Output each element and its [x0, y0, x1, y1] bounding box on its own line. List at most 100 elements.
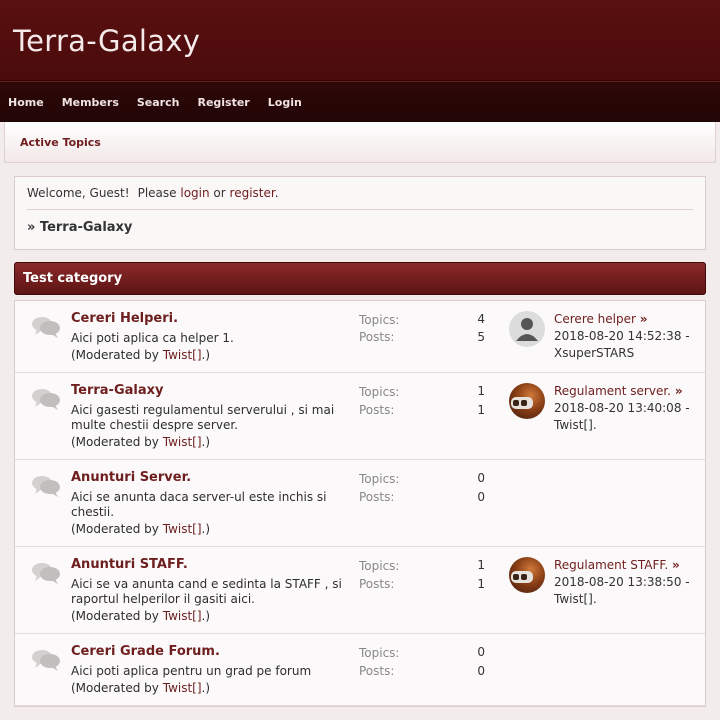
last-post-date: 2018-08-20 13:38:50 -	[554, 575, 690, 589]
forum-moderators: (Moderated by Twist[].)	[71, 435, 351, 450]
breadcrumb[interactable]: » Terra-Galaxy	[27, 220, 693, 235]
user-photo-avatar[interactable]	[509, 383, 545, 419]
posts-label: Posts:	[359, 664, 395, 678]
sub-navbar: Active Topics	[4, 122, 716, 163]
goto-last-post-icon[interactable]: »	[672, 558, 680, 572]
posts-count: 0	[477, 490, 485, 504]
forum-description: Aici poti aplica ca helper 1. (Moderated…	[71, 331, 351, 363]
moderated-by-label: (Moderated by	[71, 348, 159, 362]
last-post: Regulament STAFF. » 2018-08-20 13:38:50 …	[554, 557, 704, 608]
forum-description: Aici se va anunta cand e sedinta la STAF…	[71, 577, 351, 624]
forum-moderators: (Moderated by Twist[].)	[71, 609, 351, 624]
site-header: Terra-Galaxy	[0, 0, 720, 81]
goto-last-post-icon[interactable]: »	[675, 384, 683, 398]
moderator-link[interactable]: Twist[]	[163, 435, 202, 449]
moderator-suffix: .)	[201, 681, 211, 695]
forum-row: Cereri Grade Forum. Aici poti aplica pen…	[15, 634, 705, 706]
nav-home-link[interactable]: Home	[8, 96, 44, 109]
main-navbar: Home Members Search Register Login	[0, 81, 720, 122]
forum-desc-text: Aici se va anunta cand e sedinta la STAF…	[71, 577, 342, 606]
moderated-by-label: (Moderated by	[71, 681, 159, 695]
default-avatar[interactable]	[509, 311, 545, 347]
moderator-suffix: .)	[201, 522, 211, 536]
forum-desc-text: Aici poti aplica pentru un grad pe forum	[71, 664, 312, 678]
nav-login-link[interactable]: Login	[268, 96, 302, 109]
moderated-by-label: (Moderated by	[71, 435, 159, 449]
forum-desc-text: Aici se anunta daca server-ul este inchi…	[71, 490, 327, 519]
last-post-link[interactable]: Regulament STAFF.	[554, 558, 668, 572]
moderated-by-label: (Moderated by	[71, 609, 159, 623]
forum-row: Anunturi STAFF. Aici se va anunta cand e…	[15, 547, 705, 634]
forum-status-icon	[31, 561, 61, 588]
posts-count: 1	[477, 403, 485, 417]
nav-members-link[interactable]: Members	[62, 96, 119, 109]
moderator-suffix: .)	[201, 609, 211, 623]
moderator-link[interactable]: Twist[]	[163, 522, 202, 536]
posts-count: 0	[477, 664, 485, 678]
user-photo-avatar[interactable]	[509, 557, 545, 593]
forum-title[interactable]: Cereri Grade Forum.	[71, 644, 220, 659]
forum-row: Terra-Galaxy Aici gasesti regulamentul s…	[15, 373, 705, 460]
forum-description: Aici se anunta daca server-ul este inchi…	[71, 490, 351, 537]
last-post-date: 2018-08-20 14:52:38 -	[554, 329, 690, 343]
welcome-greeting: Welcome, Guest!	[27, 186, 130, 200]
forum-row: Cereri Helperi. Aici poti aplica ca help…	[15, 301, 705, 373]
forum-status-icon	[31, 648, 61, 675]
topics-label: Topics:	[359, 472, 400, 486]
welcome-please: Please	[137, 186, 177, 200]
forum-moderators: (Moderated by Twist[].)	[71, 348, 351, 363]
welcome-login-link[interactable]: login	[180, 186, 209, 200]
moderator-link[interactable]: Twist[]	[163, 348, 202, 362]
topics-label: Topics:	[359, 559, 400, 573]
last-post-user[interactable]: Twist[].	[554, 591, 704, 608]
forum-desc-text: Aici poti aplica ca helper 1.	[71, 331, 234, 345]
forum-description: Aici gasesti regulamentul serverului , s…	[71, 403, 351, 450]
last-post-date: 2018-08-20 13:40:08 -	[554, 401, 690, 415]
posts-label: Posts:	[359, 330, 395, 344]
nav-search-link[interactable]: Search	[137, 96, 180, 109]
posts-count: 5	[477, 330, 485, 344]
forum-title[interactable]: Terra-Galaxy	[71, 383, 163, 398]
nav-register-link[interactable]: Register	[197, 96, 249, 109]
welcome-panel: Welcome, Guest! Please login or register.…	[14, 176, 706, 250]
goto-last-post-icon[interactable]: »	[640, 312, 648, 326]
welcome-period: .	[274, 186, 279, 200]
last-post-user[interactable]: XsuperSTARS	[554, 345, 704, 362]
posts-label: Posts:	[359, 403, 395, 417]
topics-count: 0	[477, 645, 485, 659]
last-post: Regulament server. » 2018-08-20 13:40:08…	[554, 383, 704, 434]
welcome-line: Welcome, Guest! Please login or register.	[27, 186, 693, 210]
forum-status-icon	[31, 387, 61, 414]
moderator-suffix: .)	[201, 435, 211, 449]
forum-status-icon	[31, 474, 61, 501]
welcome-register-link[interactable]: register	[230, 186, 275, 200]
topics-count: 0	[477, 471, 485, 485]
forum-row: Anunturi Server. Aici se anunta daca ser…	[15, 460, 705, 547]
category-header: Test category	[14, 262, 706, 295]
topics-count: 1	[477, 558, 485, 572]
posts-label: Posts:	[359, 577, 395, 591]
site-title[interactable]: Terra-Galaxy	[13, 24, 200, 58]
forum-title[interactable]: Anunturi STAFF.	[71, 557, 188, 572]
forum-title[interactable]: Anunturi Server.	[71, 470, 191, 485]
last-post-link[interactable]: Cerere helper	[554, 312, 636, 326]
forum-moderators: (Moderated by Twist[].)	[71, 522, 351, 537]
posts-label: Posts:	[359, 490, 395, 504]
forum-list: Cereri Helperi. Aici poti aplica ca help…	[14, 300, 706, 707]
topics-label: Topics:	[359, 385, 400, 399]
forum-title[interactable]: Cereri Helperi.	[71, 311, 178, 326]
active-topics-link[interactable]: Active Topics	[20, 136, 101, 149]
moderator-link[interactable]: Twist[]	[163, 609, 202, 623]
topics-count: 4	[477, 312, 485, 326]
category-title[interactable]: Test category	[23, 271, 122, 286]
welcome-or: or	[213, 186, 226, 200]
last-post: Cerere helper » 2018-08-20 14:52:38 - Xs…	[554, 311, 704, 362]
topics-label: Topics:	[359, 313, 400, 327]
last-post-user[interactable]: Twist[].	[554, 417, 704, 434]
forum-moderators: (Moderated by Twist[].)	[71, 681, 351, 696]
forum-description: Aici poti aplica pentru un grad pe forum…	[71, 664, 351, 696]
last-post-link[interactable]: Regulament server.	[554, 384, 671, 398]
moderator-link[interactable]: Twist[]	[163, 681, 202, 695]
topics-count: 1	[477, 384, 485, 398]
forum-desc-text: Aici gasesti regulamentul serverului , s…	[71, 403, 335, 432]
